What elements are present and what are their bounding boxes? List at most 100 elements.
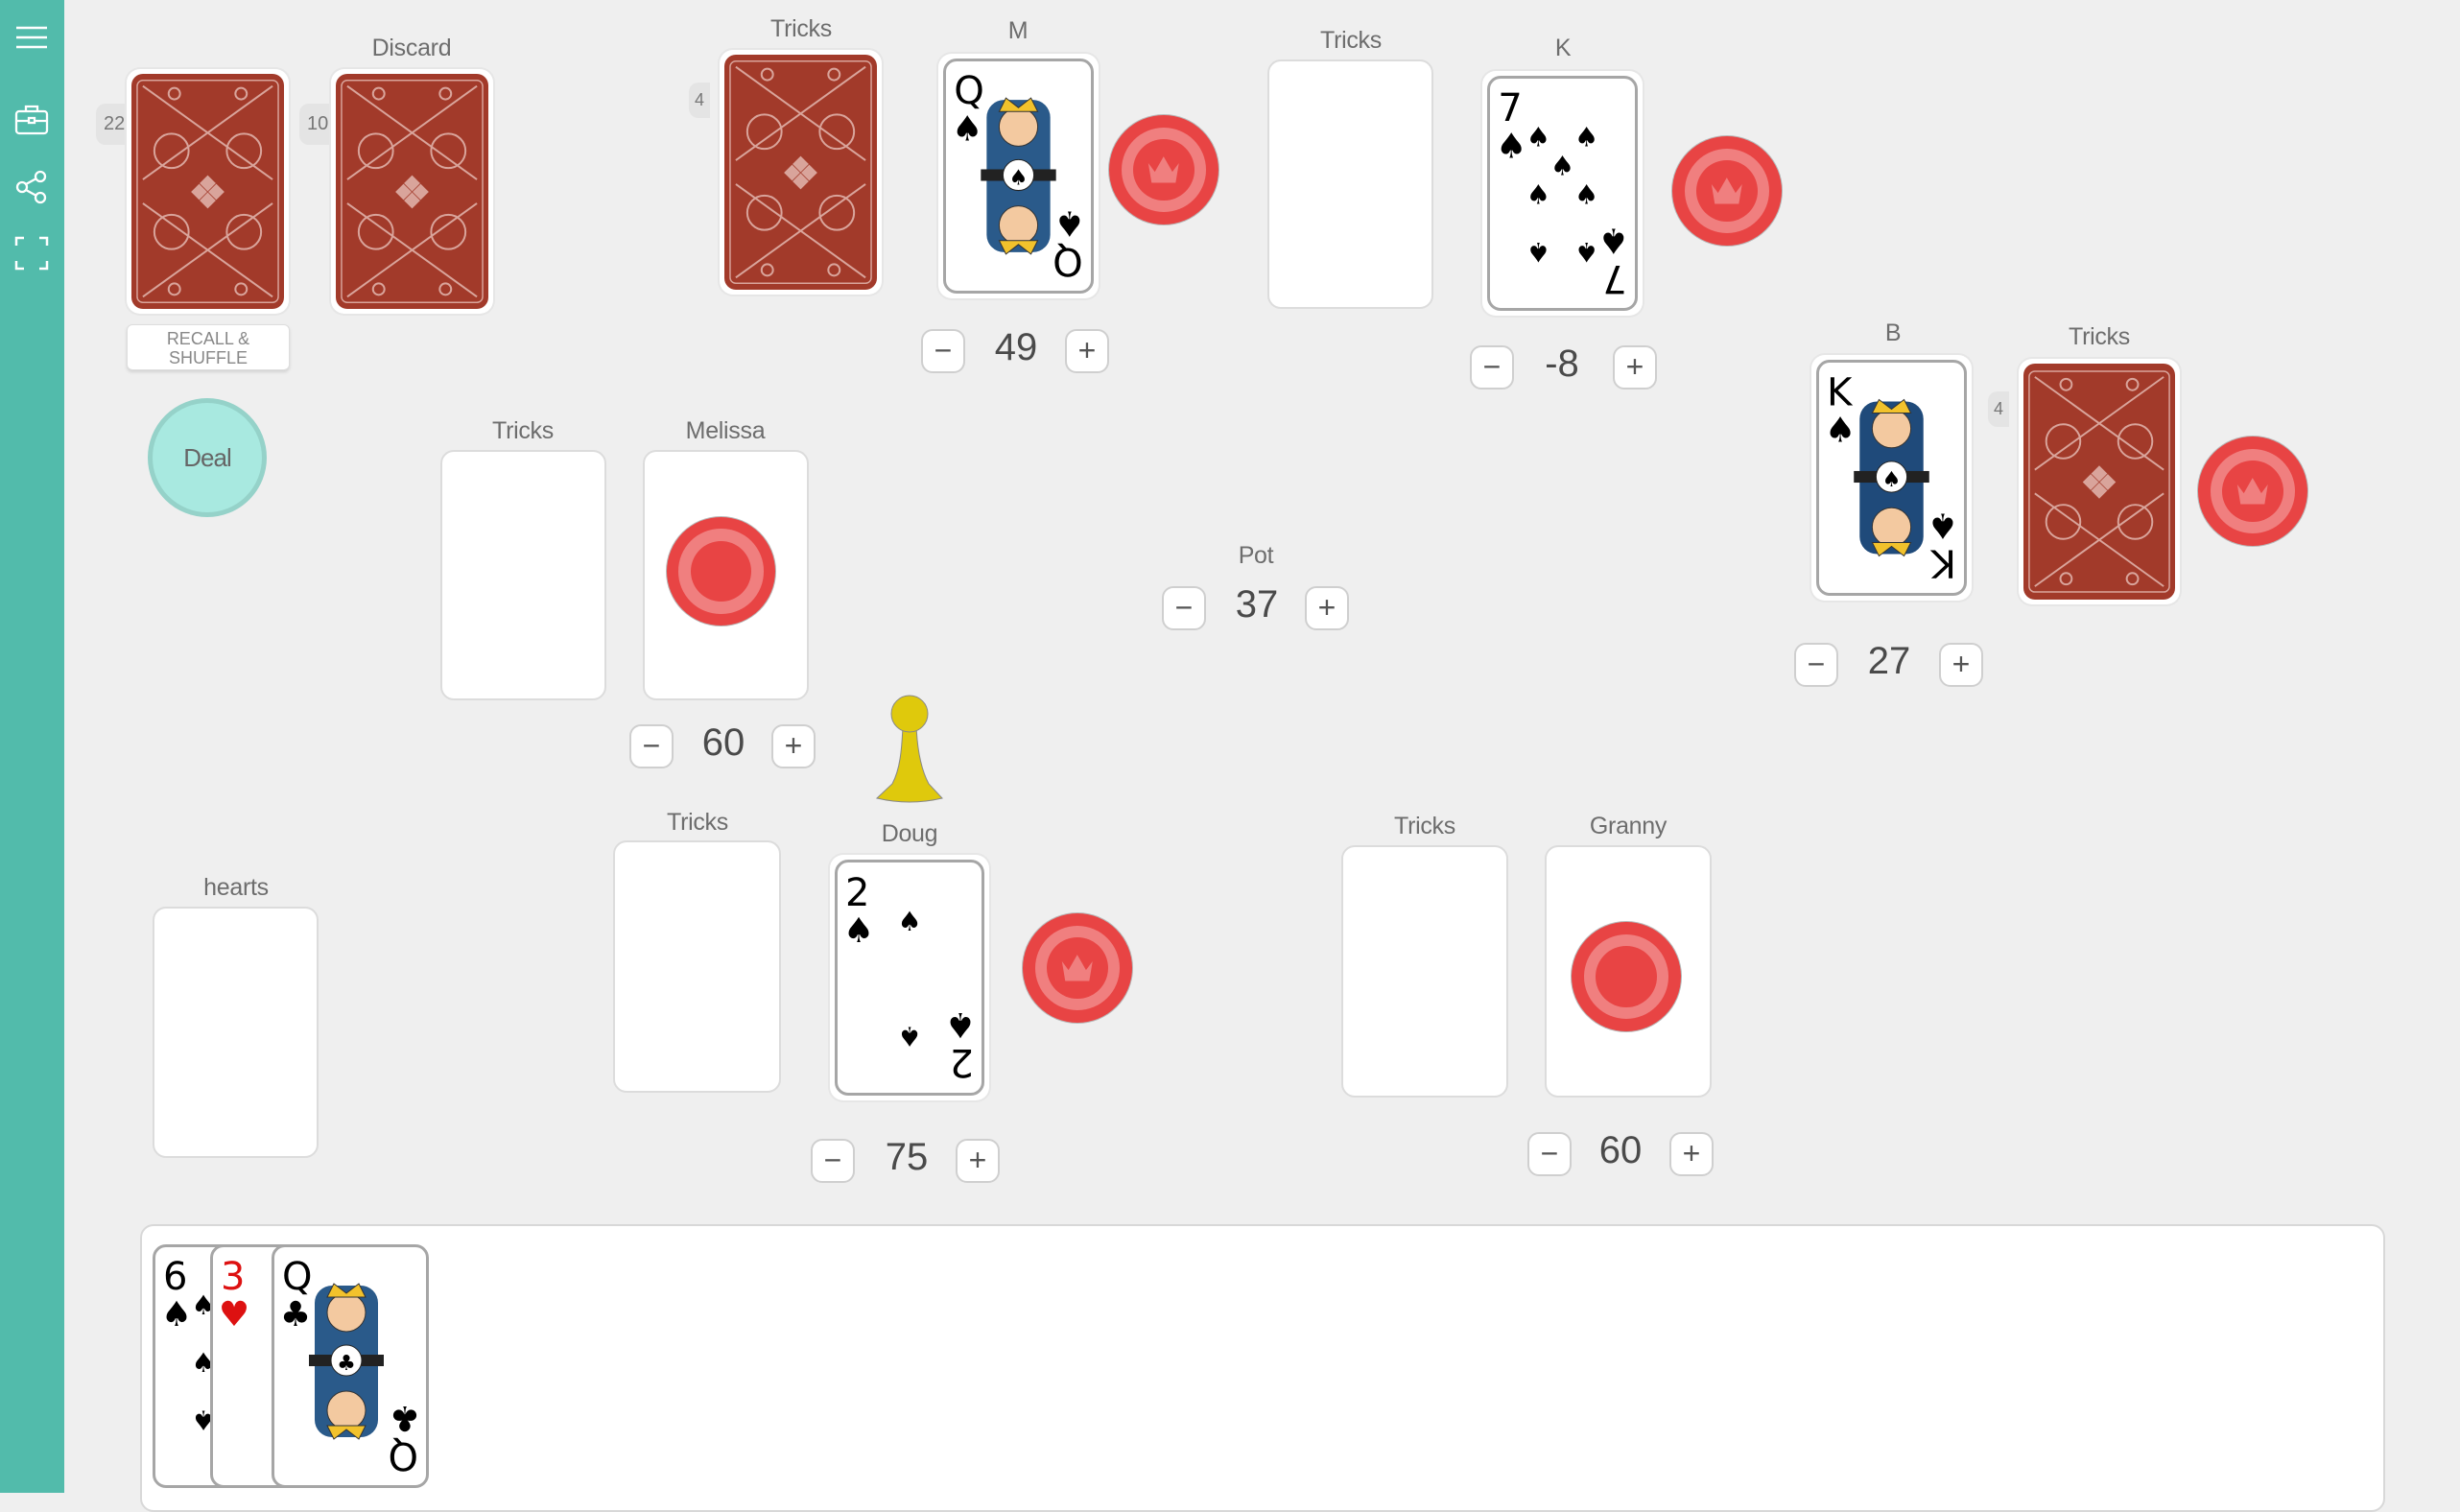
svg-text:♠: ♠ xyxy=(843,911,874,951)
hamburger-menu-icon[interactable] xyxy=(13,19,50,56)
queen-of-spades-card: Q ♠ Q ♠ ♠ xyxy=(943,59,1094,294)
score-value-granny: 60 xyxy=(1598,1129,1643,1171)
svg-text:♣: ♣ xyxy=(390,1398,420,1437)
svg-text:♠: ♠ xyxy=(1526,179,1550,211)
svg-text:7: 7 xyxy=(1498,86,1523,130)
svg-text:Q: Q xyxy=(282,1255,312,1299)
card-back xyxy=(2023,364,2175,600)
yellow-pawn[interactable] xyxy=(873,693,946,806)
recall-shuffle-button[interactable]: RECALL & SHUFFLE xyxy=(127,324,290,370)
svg-text:♠: ♠ xyxy=(1526,236,1550,268)
score-value-k: -8 xyxy=(1545,343,1579,385)
dealer-chip[interactable] xyxy=(2198,437,2307,546)
played-card-b[interactable]: K ♠ K ♠ ♠ xyxy=(1811,355,1972,601)
draw-deck[interactable] xyxy=(127,69,289,314)
svg-text:♠: ♠ xyxy=(1009,166,1029,191)
card-back xyxy=(336,74,488,309)
pot-value: 37 xyxy=(1235,583,1279,626)
player-name-doug: Doug xyxy=(881,820,938,847)
score-value-b: 27 xyxy=(1867,640,1911,682)
recall-label: RECALL & xyxy=(166,329,250,348)
svg-text:♠: ♠ xyxy=(1496,125,1526,166)
score-plus-button[interactable]: + xyxy=(1669,1132,1714,1176)
dealer-chip[interactable] xyxy=(1109,115,1218,224)
tricks-count-badge: 4 xyxy=(1988,391,2010,427)
score-plus-button[interactable]: + xyxy=(1939,643,1983,687)
pot-plus-button[interactable]: + xyxy=(1305,586,1349,630)
card-back xyxy=(724,55,877,290)
chip[interactable] xyxy=(667,517,775,626)
svg-text:♠: ♠ xyxy=(1574,236,1598,268)
player-hand-panel xyxy=(140,1224,2385,1512)
svg-text:6: 6 xyxy=(163,1255,187,1299)
player-name-melissa: Melissa xyxy=(685,417,766,444)
crown-icon xyxy=(1148,156,1179,183)
svg-text:3: 3 xyxy=(221,1255,245,1299)
svg-text:2: 2 xyxy=(950,1040,974,1084)
tricks-pile-melissa[interactable] xyxy=(440,450,606,700)
dealer-chip[interactable] xyxy=(1672,136,1782,246)
tricks-pile-k[interactable] xyxy=(1267,59,1433,309)
svg-text:♠: ♠ xyxy=(1598,221,1629,262)
crown-icon xyxy=(1062,955,1093,981)
score-plus-button[interactable]: + xyxy=(956,1139,1000,1183)
chip[interactable] xyxy=(1572,922,1681,1031)
svg-text:♣: ♣ xyxy=(337,1352,356,1376)
score-plus-button[interactable]: + xyxy=(771,724,816,768)
score-plus-button[interactable]: + xyxy=(1613,345,1657,390)
dealer-chip[interactable] xyxy=(1023,913,1132,1023)
fullscreen-icon[interactable] xyxy=(13,235,50,272)
svg-text:Q: Q xyxy=(1053,239,1083,283)
tricks-count-badge: 4 xyxy=(689,83,711,118)
svg-text:Q: Q xyxy=(389,1433,418,1477)
svg-text:♠: ♠ xyxy=(1574,179,1598,211)
card-back xyxy=(131,74,284,309)
svg-text:♥: ♥ xyxy=(219,1295,249,1335)
briefcase-icon[interactable] xyxy=(13,102,50,138)
hearts-label: hearts xyxy=(203,874,269,901)
player-name-b: B xyxy=(1884,319,1902,346)
tricks-pile-granny[interactable] xyxy=(1341,845,1508,1098)
svg-text:Q: Q xyxy=(954,69,984,113)
tricks-pile-m[interactable] xyxy=(720,50,882,295)
player-name-m: M xyxy=(1007,17,1029,44)
svg-text:♠: ♠ xyxy=(897,906,921,937)
svg-text:♠: ♠ xyxy=(945,1004,976,1044)
player-name-k: K xyxy=(1554,35,1572,61)
player-name-granny: Granny xyxy=(1589,813,1668,839)
svg-text:♠: ♠ xyxy=(1574,121,1598,153)
deal-button[interactable]: Deal xyxy=(148,398,267,517)
svg-text:♠: ♠ xyxy=(1054,203,1085,245)
svg-text:♠: ♠ xyxy=(897,1020,921,1051)
score-plus-button[interactable]: + xyxy=(1065,329,1109,373)
hearts-pile[interactable] xyxy=(153,907,319,1158)
pot-label: Pot xyxy=(1238,542,1274,569)
tricks-label: Tricks xyxy=(1394,813,1455,839)
tricks-label: Tricks xyxy=(1320,27,1382,54)
crown-icon xyxy=(1712,177,1742,204)
svg-text:♠: ♠ xyxy=(952,107,982,149)
svg-text:♠: ♠ xyxy=(1928,505,1958,546)
play-slot-granny[interactable] xyxy=(1545,845,1712,1098)
discard-pile[interactable] xyxy=(331,69,493,314)
svg-text:7: 7 xyxy=(1602,256,1627,300)
score-value-doug: 75 xyxy=(885,1136,929,1178)
discard-label: Discard xyxy=(371,35,452,61)
play-slot-melissa[interactable] xyxy=(643,450,809,700)
tricks-pile-b[interactable] xyxy=(2019,359,2180,604)
hand-card[interactable]: Q ♣ Q ♣ ♣ xyxy=(272,1244,429,1488)
king-of-spades-card: K ♠ K ♠ ♠ xyxy=(1816,360,1967,596)
shuffle-label: SHUFFLE xyxy=(168,348,248,367)
tricks-label: Tricks xyxy=(2069,323,2130,350)
sidebar xyxy=(0,0,64,1493)
svg-text:♠: ♠ xyxy=(161,1295,192,1335)
score-value-melissa: 60 xyxy=(701,721,745,764)
svg-text:♠: ♠ xyxy=(1882,467,1902,492)
share-icon[interactable] xyxy=(13,169,50,205)
crown-icon xyxy=(2237,478,2268,505)
tricks-pile-doug[interactable] xyxy=(613,840,781,1093)
played-card-k[interactable]: 7 ♠ 7 ♠ ♠ ♠ ♠ ♠ ♠ ♠ ♠ xyxy=(1482,71,1643,316)
played-card-m[interactable]: Q ♠ Q ♠ ♠ xyxy=(938,54,1099,298)
played-card-doug[interactable]: 2 ♠ 2 ♠ ♠ ♠ xyxy=(830,855,989,1100)
svg-text:K: K xyxy=(1929,541,1956,585)
